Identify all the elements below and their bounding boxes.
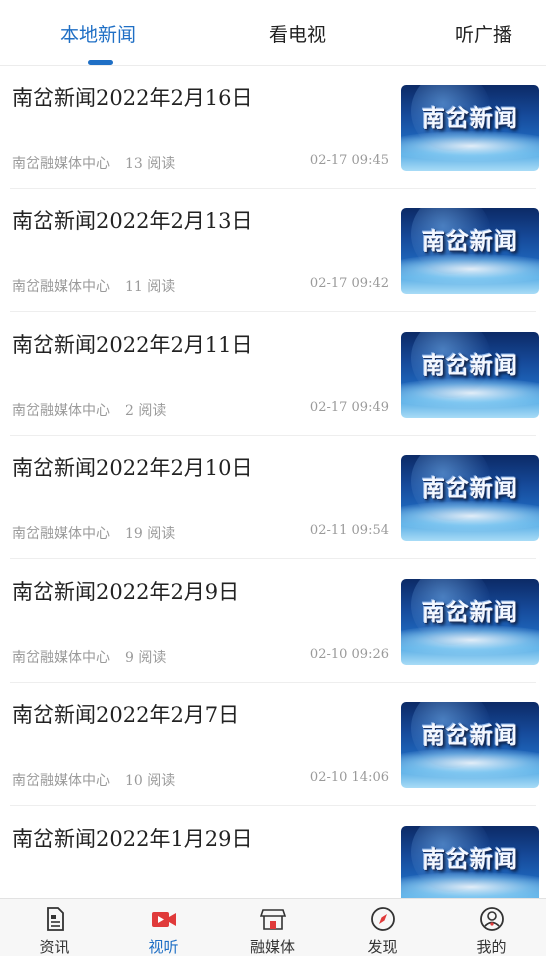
- news-source: 南岔融媒体中心: [12, 403, 110, 419]
- news-list-item[interactable]: 南岔新闻2022年2月11日 南岔融媒体中心 2 阅读 02-17 09:49 …: [0, 313, 546, 436]
- news-timestamp: 02-10 09:26: [309, 647, 389, 662]
- news-title: 南岔新闻2022年2月9日: [12, 580, 240, 604]
- active-tab-indicator: [88, 60, 113, 65]
- news-source: 南岔融媒体中心: [12, 279, 110, 295]
- news-thumbnail: 南岔新闻: [401, 208, 539, 294]
- news-thumbnail: 南岔新闻: [401, 85, 539, 171]
- news-timestamp: 02-17 09:45: [309, 153, 389, 168]
- news-list-item[interactable]: 南岔新闻2022年2月10日 南岔融媒体中心 19 阅读 02-11 09:54…: [0, 436, 546, 559]
- divider: [10, 805, 536, 806]
- news-thumbnail: 南岔新闻: [401, 579, 539, 665]
- nav-label: 融媒体: [249, 938, 295, 956]
- news-title: 南岔新闻2022年2月10日: [12, 456, 253, 480]
- news-timestamp: 02-10 14:06: [309, 770, 389, 785]
- nav-item-discover[interactable]: 发现: [328, 899, 437, 956]
- nav-item-audio-video[interactable]: 视听: [109, 899, 218, 956]
- tab-listen-radio[interactable]: 听广播: [455, 20, 512, 47]
- storefront-icon: [259, 909, 286, 930]
- thumbnail-title: 南岔新闻: [422, 846, 518, 873]
- nav-label: 我的: [476, 938, 507, 956]
- news-read-count: 13 阅读: [125, 156, 176, 172]
- news-list[interactable]: 南岔新闻2022年2月16日 南岔融媒体中心 13 阅读 02-17 09:45…: [0, 66, 546, 898]
- news-title: 南岔新闻2022年2月13日: [12, 209, 253, 233]
- tab-local-news[interactable]: 本地新闻: [60, 20, 136, 47]
- document-icon: [46, 907, 64, 931]
- news-read-count: 10 阅读: [125, 773, 176, 789]
- news-list-item[interactable]: 南岔新闻2022年2月9日 南岔融媒体中心 9 阅读 02-10 09:26 南…: [0, 560, 546, 683]
- video-camera-icon: [151, 912, 176, 927]
- news-title: 南岔新闻2022年2月16日: [12, 86, 253, 110]
- thumbnail-title: 南岔新闻: [422, 228, 518, 255]
- news-timestamp: 02-17 09:49: [309, 400, 389, 415]
- top-tab-bar: 本地新闻 看电视 听广播: [0, 0, 546, 66]
- news-title: 南岔新闻2022年1月29日: [12, 827, 253, 851]
- thumbnail-title: 南岔新闻: [422, 105, 518, 132]
- news-source: 南岔融媒体中心: [12, 650, 110, 666]
- thumbnail-title: 南岔新闻: [422, 722, 518, 749]
- news-title: 南岔新闻2022年2月11日: [12, 333, 253, 357]
- divider: [10, 558, 536, 559]
- news-thumbnail: 南岔新闻: [401, 332, 539, 418]
- news-read-count: 2 阅读: [125, 403, 167, 419]
- thumbnail-title: 南岔新闻: [422, 599, 518, 626]
- nav-item-media[interactable]: 融媒体: [218, 899, 327, 956]
- nav-label: 发现: [367, 938, 398, 956]
- bottom-navigation: 资讯 视听 融媒体 发现 我的: [0, 898, 546, 956]
- news-read-count: 11 阅读: [125, 279, 176, 295]
- thumbnail-title: 南岔新闻: [422, 475, 518, 502]
- compass-icon: [370, 907, 395, 931]
- nav-item-news[interactable]: 资讯: [0, 899, 109, 956]
- news-list-item[interactable]: 南岔新闻2022年2月13日 南岔融媒体中心 11 阅读 02-17 09:42…: [0, 189, 546, 312]
- nav-label: 视听: [148, 938, 179, 956]
- news-source: 南岔融媒体中心: [12, 526, 110, 542]
- news-list-item[interactable]: 南岔新闻2022年2月7日 南岔融媒体中心 10 阅读 02-10 14:06 …: [0, 683, 546, 806]
- news-read-count: 9 阅读: [125, 650, 167, 666]
- news-source: 南岔融媒体中心: [12, 773, 110, 789]
- news-title: 南岔新闻2022年2月7日: [12, 703, 240, 727]
- news-list-item[interactable]: 南岔新闻2022年1月29日 南岔新闻: [0, 807, 546, 898]
- news-read-count: 19 阅读: [125, 526, 176, 542]
- news-thumbnail: 南岔新闻: [401, 455, 539, 541]
- news-timestamp: 02-17 09:42: [309, 276, 389, 291]
- nav-item-profile[interactable]: 我的: [437, 899, 546, 956]
- tab-watch-tv[interactable]: 看电视: [269, 20, 326, 47]
- news-source: 南岔融媒体中心: [12, 156, 110, 172]
- news-timestamp: 02-11 09:54: [309, 523, 389, 538]
- thumbnail-title: 南岔新闻: [422, 352, 518, 379]
- user-circle-icon: [479, 907, 504, 931]
- news-list-item[interactable]: 南岔新闻2022年2月16日 南岔融媒体中心 13 阅读 02-17 09:45…: [0, 66, 546, 189]
- news-thumbnail: 南岔新闻: [401, 702, 539, 788]
- nav-label: 资讯: [39, 938, 70, 956]
- news-thumbnail: 南岔新闻: [401, 826, 539, 898]
- divider: [10, 311, 536, 312]
